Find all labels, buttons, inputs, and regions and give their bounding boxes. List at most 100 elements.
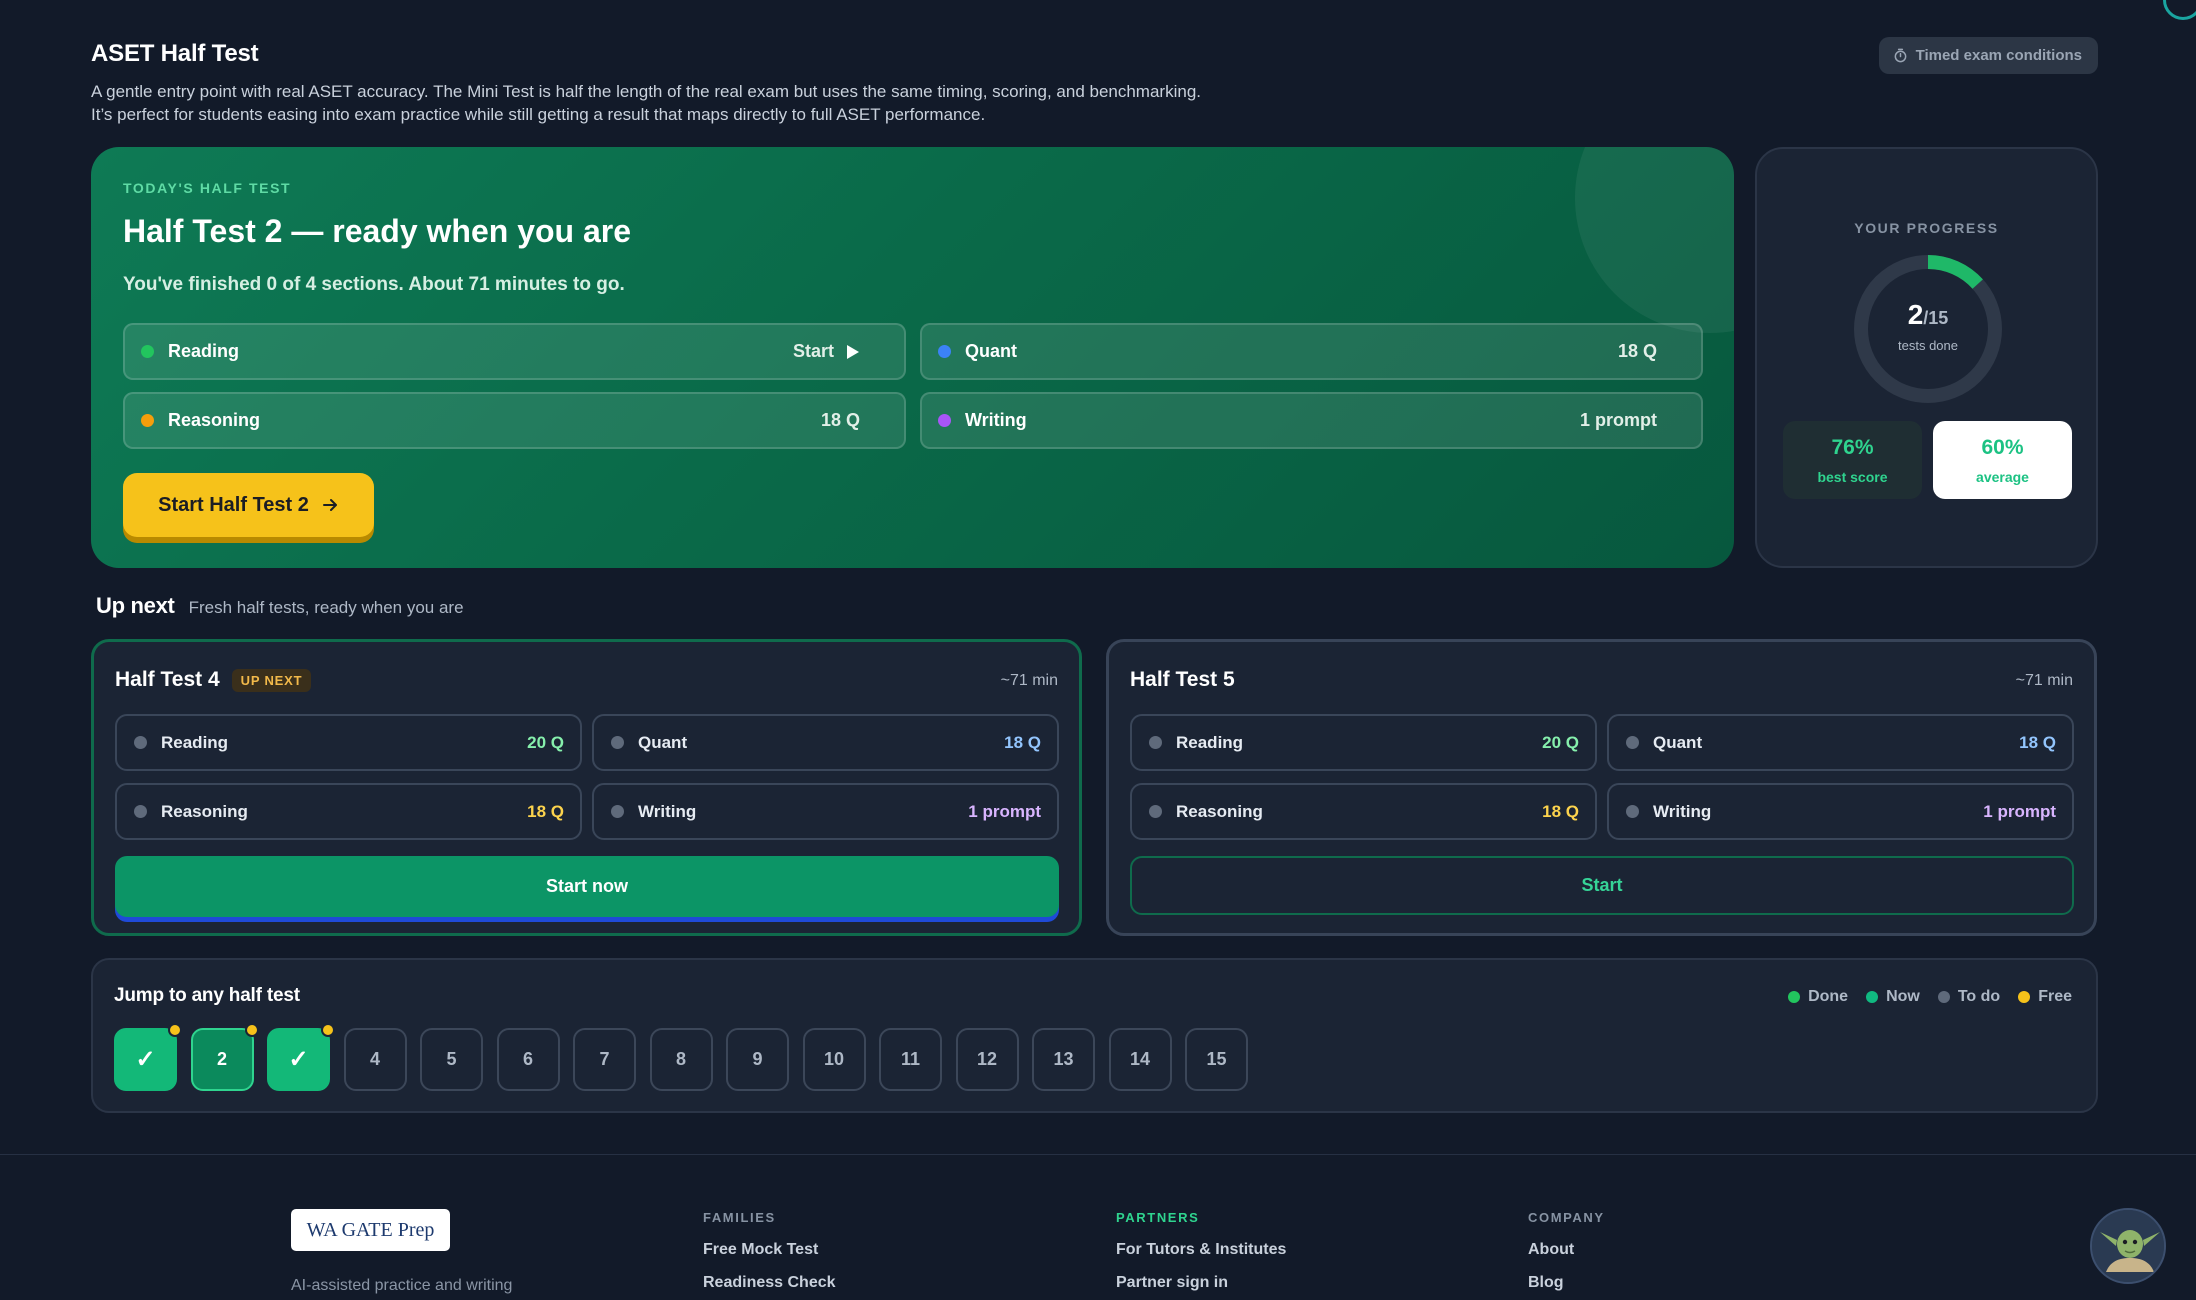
free-badge [168,1023,182,1037]
tile-label: 9 [752,1049,763,1069]
test-tile-done[interactable]: ✓ [267,1023,335,1091]
footer-link[interactable]: Blog [1528,1274,1605,1292]
card-name: Half Test 5 [1130,668,1235,691]
section-chip-reading: Reading 20 Q [1130,714,1597,771]
half-test-card: Half Test 4 UP NEXT ~71 min Reading 20 Q … [91,639,1082,936]
page-header: ASET Half Test A gentle entry point with… [91,0,2098,148]
footer: WA GATE Prep AI-assisted practice and wr… [0,1154,2196,1300]
section-name: Reasoning [161,801,248,821]
test-tile-todo[interactable]: 4 [343,1028,407,1091]
assistant-avatar[interactable] [2090,1208,2166,1284]
section-chip-quant: Quant 18 Q [592,714,1059,771]
corner-widget[interactable] [2163,0,2196,20]
status-dot [1149,736,1162,749]
card-duration: ~71 min [1000,672,1058,689]
section-name: Reasoning [1176,801,1263,821]
stopwatch-icon [1894,48,1906,63]
section-row-quant[interactable]: Quant 18 Q [920,323,1703,380]
test-tile-todo[interactable]: 15 [1185,1028,1248,1091]
section-row-reading[interactable]: Reading Start [123,323,906,380]
test-tile-todo[interactable]: 10 [802,1028,866,1091]
status-dot [1626,736,1639,749]
test-tile-todo[interactable]: 12 [955,1028,1019,1091]
start-button[interactable]: Start [1130,856,2074,915]
done-count: 2 [1907,299,1924,330]
up-next-title: Up next [96,593,175,618]
test-tile-todo[interactable]: 8 [649,1028,713,1091]
test-tile-todo[interactable]: 9 [726,1028,789,1091]
card-title: Half Test 4 UP NEXT [115,668,312,692]
tile-label: 15 [1206,1049,1227,1069]
test-tile-todo[interactable]: 5 [420,1028,483,1091]
tile-label: 5 [446,1049,457,1069]
section-meta: 18 Q [820,410,860,430]
footer-heading: FAMILIES [703,1210,776,1225]
tile-label: ✓ [288,1046,309,1073]
site-logo[interactable]: WA GATE Prep [291,1209,450,1251]
section-count: 1 prompt [1983,801,2056,821]
test-tile-todo[interactable]: 11 [879,1028,942,1091]
status-legend: Done Now To do Free [1788,988,2072,1006]
section-chip-quant: Quant 18 Q [1607,714,2074,771]
status-dot [134,736,147,749]
legend-item: Done [1788,988,1848,1006]
up-next-subtitle: Fresh half tests, ready when you are [188,598,464,617]
footer-column-partners: PARTNERS For Tutors & Institutes Partner… [1116,1210,1286,1300]
test-tile-todo[interactable]: 14 [1108,1028,1172,1091]
section-count: 18 Q [1004,732,1041,752]
legend-dot [2018,991,2031,1003]
test-tile-now[interactable]: 2 [190,1023,259,1091]
test-tile-todo[interactable]: 13 [1032,1028,1095,1091]
best-score-stat: 76% best score [1783,421,1922,499]
up-next-header: Up next Fresh half tests, ready when you… [96,593,464,619]
footer-link[interactable]: Partner sign in [1116,1274,1286,1292]
section-name: Quant [965,341,1017,361]
start-half-test-button[interactable]: Start Half Test 2 [123,473,374,537]
progress-panel: YOUR PROGRESS 2/15 tests done 76% best s… [1755,147,2098,568]
section-name: Reading [168,341,240,361]
status-dot [938,345,951,358]
free-badge [321,1023,335,1037]
tile-label: 11 [900,1049,921,1069]
todays-half-test-card: TODAY'S HALF TEST Half Test 2 — ready wh… [91,147,1734,568]
tile-label: 12 [976,1049,998,1069]
section-meta: 1 prompt [1579,410,1657,430]
status-dot [1149,805,1162,818]
section-meta: 18 Q [1617,341,1657,361]
legend-item: Now [1866,988,1920,1006]
footer-link[interactable]: For Tutors & Institutes [1116,1241,1286,1259]
footer-column-families: FAMILIES Free Mock Test Readiness Check [703,1210,836,1300]
status-dot [611,736,624,749]
legend-dot [1866,991,1879,1003]
tile-label: 6 [522,1049,533,1069]
footer-link[interactable]: Free Mock Test [703,1241,836,1259]
status-dot [611,805,624,818]
tile-label: 10 [823,1049,845,1069]
footer-link[interactable]: Readiness Check [703,1274,836,1292]
section-chip-reasoning: Reasoning 18 Q [1130,783,1597,840]
section-start[interactable]: Start [793,341,860,362]
tile-label: 2 [216,1049,227,1069]
arrow-right-icon [322,499,337,511]
description-line: A gentle entry point with real ASET accu… [91,82,1201,101]
status-dot [141,345,154,358]
free-badge [244,1023,259,1037]
section-row-reasoning[interactable]: Reasoning 18 Q [123,392,906,449]
footer-link[interactable]: About [1528,1241,1605,1259]
test-tile-todo[interactable]: 6 [496,1028,560,1091]
test-tile-done[interactable]: ✓ [114,1023,182,1091]
section-name: Writing [1653,801,1712,821]
tests-done-count: 2/15 [1853,299,2003,331]
section-count: 18 Q [2019,732,2056,752]
test-tile-todo[interactable]: 7 [573,1028,636,1091]
card-name: Half Test 4 [115,668,220,691]
legend-item: To do [1937,988,2000,1006]
section-row-writing[interactable]: Writing 1 prompt [920,392,1703,449]
best-score-value: 76% [1831,436,1874,459]
section-chip-writing: Writing 1 prompt [592,783,1059,840]
section-name: Reasoning [168,410,261,430]
start-now-button[interactable]: Start now [115,856,1059,917]
tile-label: 4 [369,1049,380,1069]
start-button-label: Start Half Test 2 [158,493,309,516]
section-count: 1 prompt [968,801,1041,821]
